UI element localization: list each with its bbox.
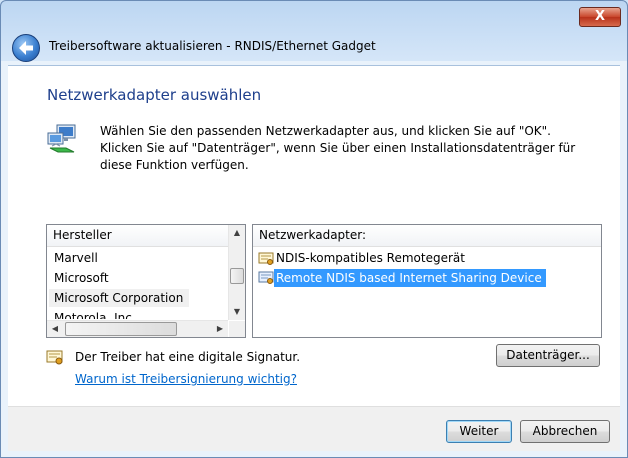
scroll-up-icon[interactable]: ▲ [229, 225, 245, 241]
back-button[interactable] [12, 34, 40, 62]
content-area: Netzwerkadapter auswählen Wählen Sie den… [8, 65, 620, 407]
list-item-selected[interactable]: Remote NDIS based Internet Sharing Devic… [274, 269, 546, 287]
driver-certificate-icon [258, 252, 274, 265]
manufacturer-horizontal-scrollbar[interactable]: ◀ ▶ [47, 320, 228, 337]
list-item-selected[interactable]: Microsoft Corporation [49, 289, 190, 307]
list-item[interactable]: Marvell [49, 249, 98, 267]
adapter-list[interactable]: Netzwerkadapter: NDIS-kompatibles Remote… [252, 224, 602, 338]
manufacturer-list[interactable]: Hersteller Marvell Microsoft Microsoft C… [46, 224, 246, 338]
adapter-list-header: Netzwerkadapter: [253, 225, 601, 247]
back-arrow-icon [19, 41, 33, 55]
instructions-text: Wählen Sie den passenden Netzwerkadapter… [100, 124, 576, 172]
window-title: Treibersoftware aktualisieren - RNDIS/Et… [49, 39, 376, 53]
scrollbar-corner [229, 321, 245, 337]
scroll-left-icon[interactable]: ◀ [47, 321, 63, 337]
button-bar: Weiter Abbrechen [8, 406, 620, 451]
next-button[interactable]: Weiter [446, 420, 512, 443]
dialog-window: X Treibersoftware aktualisieren - RNDIS/… [0, 0, 628, 458]
vertical-scroll-thumb[interactable] [230, 268, 244, 284]
close-button[interactable]: X [579, 7, 621, 27]
list-item[interactable]: Microsoft [49, 269, 109, 287]
scroll-right-icon[interactable]: ▶ [212, 321, 228, 337]
scroll-down-icon[interactable]: ▼ [229, 304, 245, 320]
signature-certificate-icon [46, 350, 63, 365]
page-heading: Netzwerkadapter auswählen [47, 86, 262, 104]
list-item[interactable]: NDIS-kompatibles Remotegerät [274, 249, 465, 267]
list-item[interactable]: Motorola, Inc. [49, 309, 136, 319]
cancel-button[interactable]: Abbrechen [520, 420, 610, 443]
driver-signing-help-link[interactable]: Warum ist Treibersignierung wichtig? [75, 372, 297, 386]
signature-status-text: Der Treiber hat eine digitale Signatur. [75, 350, 301, 364]
have-disk-button[interactable]: Datenträger... [496, 344, 600, 367]
manufacturer-vertical-scrollbar[interactable]: ▲ ▼ [228, 225, 245, 320]
network-adapter-icon [47, 124, 76, 153]
manufacturer-list-header: Hersteller [47, 225, 229, 247]
driver-certificate-icon [258, 271, 274, 284]
horizontal-scroll-thumb[interactable] [65, 322, 177, 336]
title-bar: X [1, 1, 627, 31]
